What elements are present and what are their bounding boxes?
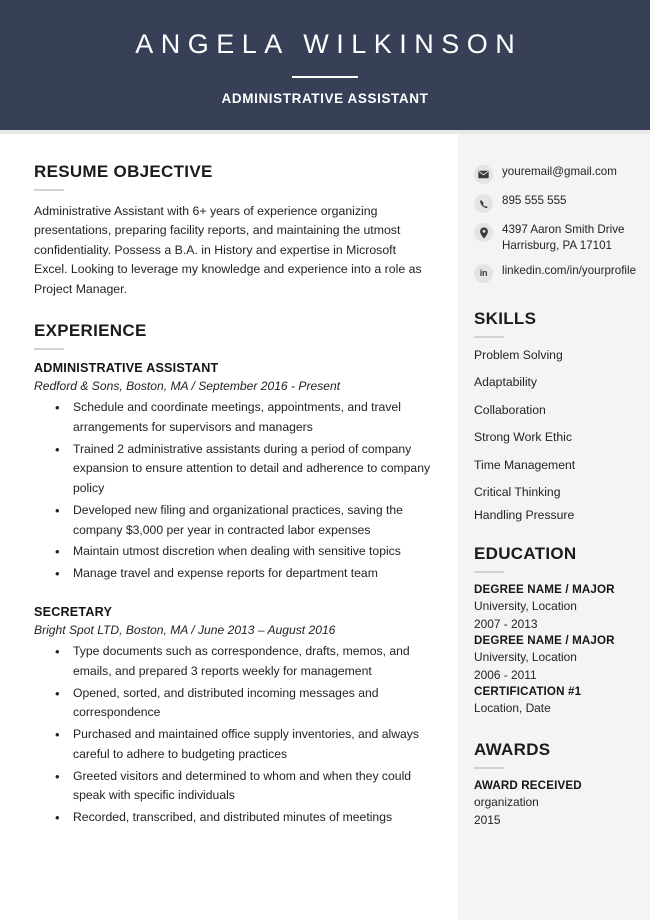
education-entry-title: DEGREE NAME / MAJOR [474,583,615,597]
experience-bullet: Purchased and maintained office supply i… [34,724,432,765]
education-entry: DEGREE NAME / MAJOR University, Location… [474,583,636,634]
contact-list: youremail@gmail.com 895 555 555 4397 Aar… [474,164,636,283]
experience-bullet: Developed new filing and organizational … [34,500,432,541]
experience-section: EXPERIENCE ADMINISTRATIVE ASSISTANT Redf… [34,321,432,828]
phone-icon [474,194,493,213]
contact-email[interactable]: youremail@gmail.com [474,164,636,184]
objective-heading-rule [34,189,64,191]
skills-heading-rule [474,335,504,338]
education-heading: EDUCATION [474,544,577,564]
experience-job-meta: Redford & Sons, Boston, MA / September 2… [34,379,341,394]
experience-bullet: Schedule and coordinate meetings, appoin… [34,397,432,438]
location-pin-icon [474,223,493,242]
linkedin-icon: in [474,263,493,283]
sidebar-column: youremail@gmail.com 895 555 555 4397 Aar… [458,134,650,920]
contact-linkedin-text: linkedin.com/in/yourprofile [502,263,637,277]
award-entry-line2: 2015 [474,812,501,827]
education-entry-line2: 2006 - 2011 [474,668,537,683]
candidate-name: ANGELA WILKINSON [135,29,523,60]
education-heading-rule [474,571,504,574]
skill-item: Collaboration [474,402,546,417]
skill-item: Adaptability [474,375,538,390]
experience-job-title: SECRETARY [34,605,113,619]
skill-item: Problem Solving [474,347,563,362]
education-entry-title: DEGREE NAME / MAJOR [474,634,615,648]
award-entry-line1: organization [474,794,539,809]
resume-page: ANGELA WILKINSON ADMINISTRATIVE ASSISTAN… [0,0,650,920]
experience-bullet: Manage travel and expense reports for de… [34,563,432,584]
experience-entry: SECRETARY Bright Spot LTD, Boston, MA / … [34,605,432,828]
experience-entry-gap [34,588,432,605]
awards-heading-rule [474,766,504,769]
education-entry-line1: University, Location [474,650,577,665]
experience-entry: ADMINISTRATIVE ASSISTANT Redford & Sons,… [34,361,432,584]
header-divider [292,76,358,78]
resume-body: RESUME OBJECTIVE Administrative Assistan… [0,134,650,920]
skill-item: Critical Thinking [474,485,561,500]
objective-heading: RESUME OBJECTIVE [34,162,213,181]
awards-heading: AWARDS [474,739,551,759]
education-entry: DEGREE NAME / MAJOR University, Location… [474,634,636,685]
experience-bullet: Type documents such as correspondence, d… [34,641,432,682]
education-entry-title: CERTIFICATION #1 [474,684,582,698]
awards-section: AWARDS AWARD RECEIVED organization 2015 [474,740,636,830]
experience-heading-rule [34,348,64,351]
experience-bullet-list: Schedule and coordinate meetings, appoin… [34,397,432,584]
experience-bullet: Maintain utmost discretion when dealing … [34,541,432,562]
experience-heading: EXPERIENCE [34,321,147,341]
resume-header: ANGELA WILKINSON ADMINISTRATIVE ASSISTAN… [0,0,650,130]
skills-heading: SKILLS [474,308,537,328]
main-column: RESUME OBJECTIVE Administrative Assistan… [0,134,458,920]
experience-bullet: Opened, sorted, and distributed incoming… [34,683,432,724]
contact-linkedin[interactable]: in linkedin.com/in/yourprofile [474,263,636,283]
experience-job-title: ADMINISTRATIVE ASSISTANT [34,361,219,376]
experience-bullet: Greeted visitors and determined to whom … [34,766,432,807]
linkedin-icon-glyph: in [479,267,488,278]
skill-item: Strong Work Ethic [474,430,572,445]
contact-email-text: youremail@gmail.com [502,165,617,178]
education-entry: CERTIFICATION #1 Location, Date [474,685,636,718]
contact-address-line2: Harrisburg, PA 17101 [502,238,612,252]
experience-job-meta: Bright Spot LTD, Boston, MA / June 2013 … [34,623,336,637]
contact-phone-text: 895 555 555 [502,194,567,207]
skills-section: SKILLS Problem Solving Adaptability Coll… [474,308,636,523]
skills-list: Problem Solving Adaptability Collaborati… [474,348,636,523]
experience-bullet: Trained 2 administrative assistants duri… [34,439,432,499]
education-section: EDUCATION DEGREE NAME / MAJOR University… [474,544,636,717]
skill-item: Handling Pressure [474,508,575,523]
envelope-icon [474,165,493,184]
awards-section-gap [474,718,636,740]
contact-address-line1: 4397 Aaron Smith Drive [502,223,625,236]
education-entry-line1: Location, Date [474,700,551,715]
objective-section: RESUME OBJECTIVE Administrative Assistan… [34,162,432,299]
contact-phone[interactable]: 895 555 555 [474,193,636,213]
education-entry-line2: 2007 - 2013 [474,617,538,632]
objective-text: Administrative Assistant with 6+ years o… [34,204,422,296]
education-entry-line1: University, Location [474,599,577,614]
experience-bullet: Recorded, transcribed, and distributed m… [34,807,432,828]
award-entry-title: AWARD RECEIVED [474,778,582,792]
contact-address-text: 4397 Aaron Smith Drive Harrisburg, PA 17… [502,222,624,254]
skill-item: Time Management [474,457,576,472]
experience-bullet-list: Type documents such as correspondence, d… [34,641,432,828]
candidate-job-title: ADMINISTRATIVE ASSISTANT [221,90,429,106]
award-entry: AWARD RECEIVED organization 2015 [474,779,636,830]
contact-address[interactable]: 4397 Aaron Smith Drive Harrisburg, PA 17… [474,222,636,254]
